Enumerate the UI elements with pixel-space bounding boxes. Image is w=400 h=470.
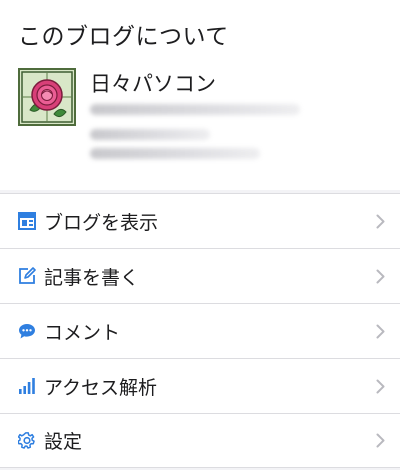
chevron-right-icon <box>374 376 386 396</box>
blog-name: 日々パソコン <box>90 72 216 96</box>
menu-item-write-post[interactable]: 記事を書く <box>0 248 400 303</box>
redacted-info-line <box>90 148 260 159</box>
menu-item-analytics[interactable]: アクセス解析 <box>0 358 400 413</box>
page-title: このブログについて <box>18 24 229 50</box>
bar-chart-icon <box>17 376 37 396</box>
blog-profile: 日々パソコン <box>18 68 382 159</box>
chevron-right-icon <box>374 431 386 451</box>
menu-item-view-blog[interactable]: ブログを表示 <box>0 193 400 248</box>
chevron-right-icon <box>374 211 386 231</box>
rose-stained-glass-icon <box>20 70 74 124</box>
menu-item-label: 記事を書く <box>44 266 140 289</box>
menu-item-label: ブログを表示 <box>44 211 159 234</box>
chevron-right-icon <box>374 321 386 341</box>
about-blog-header: このブログについて 日々パソコン <box>0 0 400 190</box>
menu-item-label: アクセス解析 <box>44 376 158 399</box>
menu-item-settings[interactable]: 設定 <box>0 413 400 468</box>
chevron-right-icon <box>374 266 386 286</box>
blog-layout-icon <box>17 211 37 231</box>
gear-icon <box>17 431 37 451</box>
menu-item-label: コメント <box>44 321 121 344</box>
blog-menu: ブログを表示 記事を書く コメント アクセス解析 設定 <box>0 193 400 468</box>
comment-bubble-icon <box>17 321 37 341</box>
profile-info: 日々パソコン <box>90 68 300 159</box>
menu-item-comments[interactable]: コメント <box>0 303 400 358</box>
redacted-blog-id <box>90 104 300 115</box>
menu-item-label: 設定 <box>44 431 83 453</box>
edit-pencil-icon <box>17 266 37 286</box>
blog-avatar <box>18 68 76 126</box>
redacted-info-line <box>90 129 210 140</box>
